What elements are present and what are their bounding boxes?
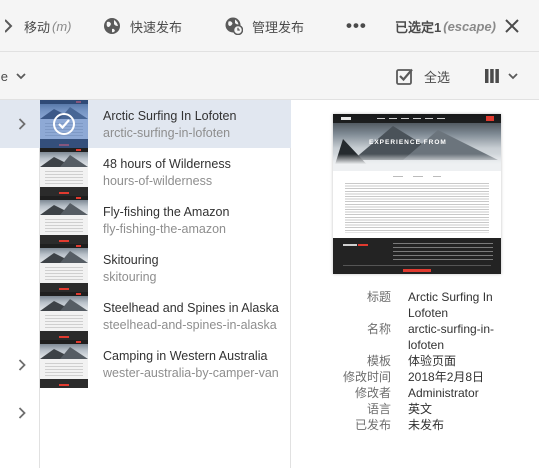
list-item[interactable]: 48 hours of Wilderness hours-of-wilderne… (40, 148, 291, 196)
more-button[interactable]: ••• (346, 0, 367, 52)
globe-clock-icon (225, 17, 243, 35)
item-title: 48 hours of Wilderness (103, 157, 231, 171)
meta-value: Administrator (408, 386, 479, 400)
secondary-toolbar: e 全选 (0, 52, 539, 100)
item-name: hours-of-wilderness (103, 174, 213, 188)
action-bar: 移动 (m) 快速发布 管理发布 ••• 已选定1 (escape) (0, 0, 539, 52)
page-properties: 标题 Arctic Surfing In Lofoten 名称 arctic-s… (291, 289, 539, 433)
meta-value: 体验页面 (408, 354, 457, 368)
meta-name: 名称 arctic-surfing-in-lofoten (291, 321, 539, 353)
chevron-down-icon (16, 72, 26, 80)
more-icon: ••• (346, 16, 367, 35)
meta-published: 已发布 未发布 (291, 417, 539, 433)
move-button[interactable]: 移动 (m) (0, 0, 72, 52)
item-title: Arctic Surfing In Lofoten (103, 109, 237, 123)
move-label: 移动 (24, 19, 51, 35)
details-column: EXPERIENCE FROM 标题 Arctic Surfing In Lof… (291, 100, 539, 468)
meta-value: Arctic Surfing In Lofoten (408, 290, 493, 320)
meta-language: 语言 英文 (291, 401, 539, 417)
meta-key: 已发布 (354, 418, 391, 432)
page-preview-image: EXPERIENCE FROM (333, 114, 501, 274)
select-all-checkbox-icon (396, 67, 414, 85)
quick-publish-button[interactable]: 快速发布 (103, 0, 182, 52)
page-thumbnail (40, 292, 88, 340)
list-item[interactable]: Steelhead and Spines in Alaska steelhead… (40, 292, 291, 340)
chevron-down-icon (508, 72, 518, 80)
close-selection-button[interactable] (505, 0, 519, 52)
move-arrows-icon (0, 17, 18, 35)
meta-value: 英文 (408, 402, 433, 416)
close-icon (505, 19, 519, 33)
meta-modified: 修改时间 2018年2月8日 (291, 369, 539, 385)
item-name: fly-fishing-the-amazon (103, 222, 226, 236)
select-all-button[interactable]: 全选 (396, 52, 450, 100)
parent-column (0, 100, 40, 468)
parent-row-3[interactable] (0, 389, 40, 437)
select-all-label: 全选 (424, 69, 451, 85)
item-name: skitouring (103, 270, 157, 284)
selection-count: 已选定1 (escape) (395, 0, 496, 52)
meta-key: 修改者 (354, 386, 391, 400)
item-title: Skitouring (103, 253, 159, 267)
breadcrumb-dropdown[interactable]: e (0, 52, 26, 100)
meta-key: 名称 (366, 322, 391, 336)
meta-key: 模板 (366, 354, 391, 368)
item-name: wester-australia-by-camper-van (103, 366, 279, 380)
meta-key: 语言 (366, 402, 391, 416)
meta-title: 标题 Arctic Surfing In Lofoten (291, 289, 539, 321)
column-view-icon (484, 68, 500, 84)
item-name: steelhead-and-spines-in-alaska (103, 318, 277, 332)
chevron-right-icon (18, 359, 26, 371)
parent-row-2[interactable] (0, 341, 40, 389)
breadcrumb-label: e (0, 68, 8, 84)
meta-key: 标题 (366, 290, 391, 304)
list-item[interactable]: Camping in Western Australia wester-aust… (40, 340, 291, 388)
page-list-column: Arctic Surfing In Lofoten arctic-surfing… (40, 100, 291, 468)
page-thumbnail (40, 196, 88, 244)
quick-publish-label: 快速发布 (130, 19, 183, 35)
move-shortcut: (m) (52, 18, 72, 34)
meta-value: 2018年2月8日 (408, 370, 485, 384)
meta-value: arctic-surfing-in-lofoten (408, 322, 495, 352)
page-thumbnail (40, 244, 88, 292)
checkmark-icon (53, 113, 75, 135)
meta-key: 修改时间 (342, 370, 391, 384)
item-title: Camping in Western Australia (103, 349, 268, 363)
selection-overlay (40, 100, 88, 148)
list-item[interactable]: Arctic Surfing In Lofoten arctic-surfing… (40, 100, 291, 148)
globe-icon (103, 17, 121, 35)
page-thumbnail (40, 340, 88, 388)
item-title: Steelhead and Spines in Alaska (103, 301, 279, 315)
meta-template: 模板 体验页面 (291, 353, 539, 369)
selected-shortcut: (escape) (443, 18, 496, 34)
list-item[interactable]: Fly-fishing the Amazon fly-fishing-the-a… (40, 196, 291, 244)
item-name: arctic-surfing-in-lofoten (103, 126, 231, 140)
selected-label: 已选定1 (395, 19, 442, 35)
view-switcher[interactable] (484, 52, 518, 100)
chevron-right-icon (18, 118, 26, 130)
manage-publish-button[interactable]: 管理发布 (225, 0, 304, 52)
page-thumbnail (40, 100, 88, 148)
meta-modifier: 修改者 Administrator (291, 385, 539, 401)
list-item[interactable]: Skitouring skitouring (40, 244, 291, 292)
chevron-right-icon (18, 407, 26, 419)
item-title: Fly-fishing the Amazon (103, 205, 230, 219)
manage-publish-label: 管理发布 (252, 19, 305, 35)
meta-value: 未发布 (408, 418, 445, 432)
parent-row-1[interactable] (0, 100, 40, 148)
preview-hero-text: EXPERIENCE FROM (369, 139, 447, 146)
page-thumbnail (40, 148, 88, 196)
